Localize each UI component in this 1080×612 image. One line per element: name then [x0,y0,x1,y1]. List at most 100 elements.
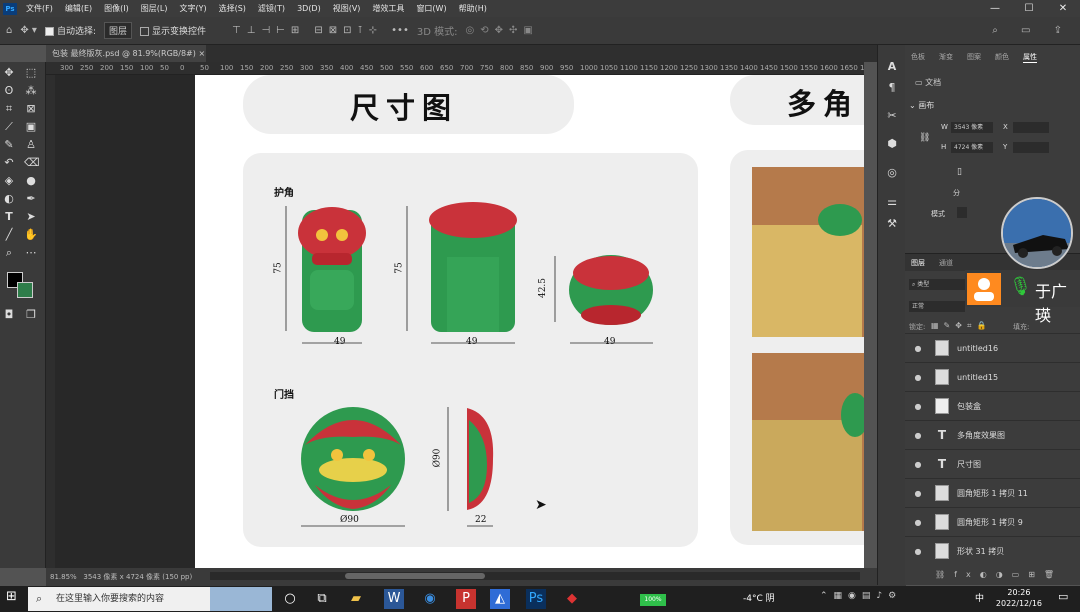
layer-row[interactable]: ● 圆角矩形 1 拷贝 9 [905,507,1080,536]
photoshop-taskbar-icon[interactable]: Ps [526,589,546,609]
hand-tool-icon[interactable]: ✋ [24,228,38,242]
show-transform-checkbox[interactable]: 显示变换控件 [140,24,206,37]
tab-gradients[interactable]: 渐变 [939,52,953,62]
close-icon[interactable]: ✕ [1046,0,1080,17]
tab-patterns[interactable]: 图案 [967,52,981,62]
video-call-thumbnail[interactable] [1001,197,1073,269]
eye-icon[interactable]: ● [909,431,927,440]
align-icons[interactable]: ⊤⊥⊣⊢⊞ ⊟⊠⊡⊺⊹ [232,25,383,36]
3d-panel-icon[interactable]: ⬢ [885,137,899,151]
type-tool-icon[interactable]: T [2,210,16,224]
adjustments-icon[interactable]: ⚌ [885,195,899,209]
link-icon[interactable]: ⛓ [919,133,930,143]
word-icon[interactable]: W [384,589,404,609]
lasso-tool-icon[interactable]: ʘ [2,84,16,98]
scrollbar-thumb[interactable] [345,573,485,579]
eye-icon[interactable]: ● [909,460,927,469]
layer-row[interactable]: ● 圆角矩形 1 拷贝 11 [905,478,1080,507]
auto-select-checkbox[interactable]: 自动选择: [44,24,96,37]
move-tool-icon[interactable]: ✥ [2,66,16,80]
horizontal-scrollbar[interactable] [210,572,860,580]
brush-tool-icon[interactable]: ✎ [2,138,16,152]
canvas-section[interactable]: ⌄ 画布 [909,100,934,111]
move-tool-icon[interactable]: ✥ ▾ [20,25,37,36]
menu-layer[interactable]: 图层(L) [135,3,174,14]
task-view-icon[interactable]: ⧉ [312,589,332,609]
frame-tool-icon[interactable]: ⊠ [24,102,38,116]
more-icon[interactable]: ••• [391,25,409,36]
eye-icon[interactable]: ● [909,344,927,353]
tray-icons[interactable]: ⌃▦◉▤♪⚙ [820,591,902,601]
menu-window[interactable]: 窗口(W) [410,3,452,14]
windows-start-icon[interactable]: ⊞ [6,589,22,605]
stamp-tool-icon[interactable]: ♙ [24,138,38,152]
search-icon[interactable]: ⌕ ▭ ⇪ [992,25,1072,36]
orientation-icon[interactable]: ▯ [957,167,962,177]
x-field[interactable] [1013,122,1049,133]
paragraph-panel-icon[interactable]: ¶ [885,81,899,95]
navigator-icon[interactable]: ◎ [885,166,899,180]
background-color-swatch[interactable] [17,282,33,298]
layer-row[interactable]: ● T 多角度效果图 [905,420,1080,449]
tab-channels[interactable]: 通道 [939,258,953,268]
pen-tool-icon[interactable]: ✒ [24,192,38,206]
menu-type[interactable]: 文字(Y) [173,3,212,14]
file-explorer-icon[interactable]: ▰ [346,589,366,609]
microphone-icon[interactable]: 🎙 [1009,276,1032,297]
line-tool-icon[interactable]: ╱ [2,228,16,242]
eye-icon[interactable]: ● [909,402,927,411]
notification-icon[interactable]: ▭ [1058,590,1068,603]
menu-filter[interactable]: 滤镜(T) [252,3,291,14]
dodge-tool-icon[interactable]: ◐ [2,192,16,206]
menu-image[interactable]: 图像(I) [98,3,135,14]
eye-icon[interactable]: ● [909,547,927,556]
weather[interactable]: -4°C 阴 [743,591,775,604]
quick-mask-icon[interactable]: ◘ [2,308,16,322]
zoom-readout[interactable]: 81.85% [50,573,77,581]
more-tools-icon[interactable]: ⋯ [24,246,38,260]
tools-preset-icon[interactable]: ✂ [885,109,899,123]
layer-row[interactable]: ● 包装盒 [905,391,1080,420]
zoom-tool-icon[interactable]: ⌕ [2,246,16,260]
width-field[interactable]: 3543 像素 [951,122,993,133]
blur-tool-icon[interactable]: ● [24,174,38,188]
menu-select[interactable]: 选择(S) [213,3,252,14]
menu-edit[interactable]: 编辑(E) [59,3,98,14]
path-select-icon[interactable]: ➤ [24,210,38,224]
layer-row[interactable]: ● untitled15 [905,362,1080,391]
document-tab[interactable]: 包装 最终版灰.psd @ 81.9%(RGB/8#) × [46,45,206,62]
layer-row[interactable]: ● untitled16 [905,333,1080,362]
menu-file[interactable]: 文件(F) [20,3,59,14]
auto-select-dropdown[interactable]: 图层 [103,22,132,39]
marquee-tool-icon[interactable]: ⬚ [24,66,38,80]
maximize-icon[interactable]: ☐ [1012,0,1046,17]
tab-color[interactable]: 颜色 [995,52,1009,62]
layer-row[interactable]: ● 形状 31 拷贝 [905,536,1080,565]
menu-help[interactable]: 帮助(H) [453,3,493,14]
layer-actions-icons[interactable]: ⛓fx◐◑▭⊞🗑 [935,570,1063,579]
artboard[interactable]: 尺寸图 多角 护角 门挡 75 49 75 49 42.5 49 Ø90 Ø90… [195,75,864,568]
taskbar-clock[interactable]: 20:26 2022/12/16 [996,587,1042,609]
y-field[interactable] [1013,142,1049,153]
eyedropper-icon[interactable]: ⟋ [2,120,16,134]
close-tab-icon[interactable]: × [198,49,205,58]
spot-heal-icon[interactable]: ▣ [24,120,38,134]
tab-layers[interactable]: 图层 [911,258,925,268]
meeting-icon[interactable]: ◭ [490,589,510,609]
crop-tool-icon[interactable]: ⌗ [2,102,16,116]
app-icon[interactable]: ◆ [562,589,582,609]
eye-icon[interactable]: ● [909,373,927,382]
layer-filter-dropdown[interactable]: ⌕ 类型 [909,279,965,290]
menu-plugins[interactable]: 增效工具 [366,3,410,14]
tab-swatches[interactable]: 色板 [911,52,925,62]
character-panel-icon[interactable]: A [885,60,899,74]
3d-tools-icons[interactable]: ◎⟲✥✣▣ [465,25,538,36]
home-icon[interactable]: ⌂ [6,25,12,36]
menu-view[interactable]: 视图(V) [327,3,367,14]
lock-icons[interactable]: ▦✎✥⌗🔒 [931,321,991,331]
magic-wand-icon[interactable]: ⁂ [24,84,38,98]
browser-icon[interactable]: ◉ [420,589,440,609]
eye-icon[interactable]: ● [909,518,927,527]
mode-field[interactable] [957,207,967,218]
blend-mode-dropdown[interactable]: 正常 [909,301,965,312]
